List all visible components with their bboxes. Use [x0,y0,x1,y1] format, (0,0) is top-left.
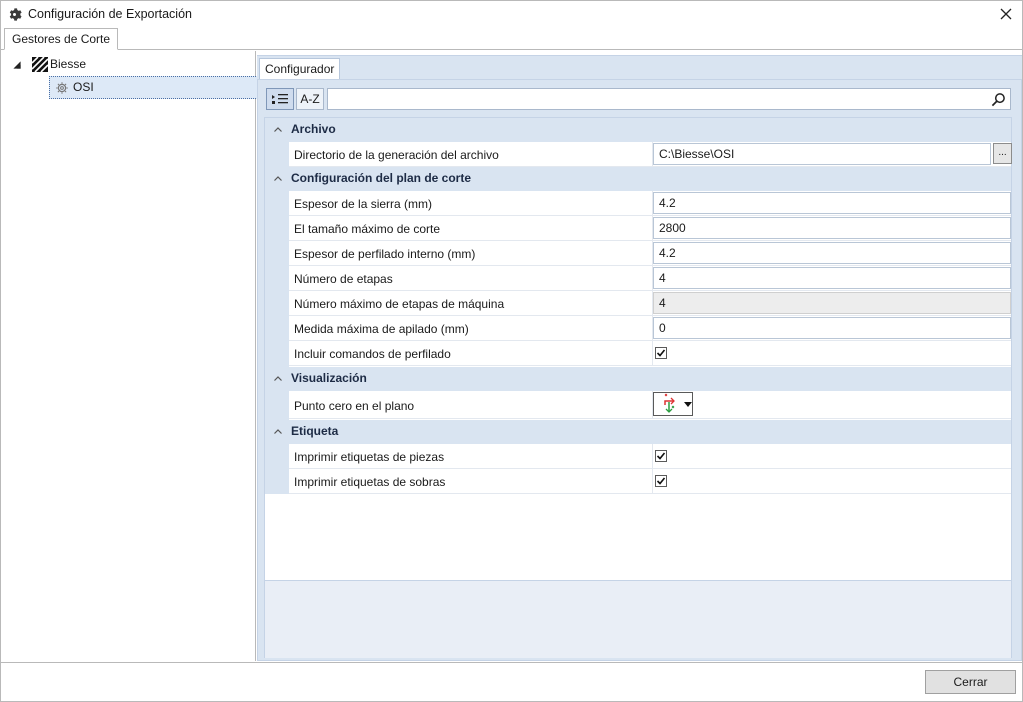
zero-point-icon [664,393,675,413]
window-title: Configuración de Exportación [28,7,192,21]
property-row-punto-cero: Punto cero en el plano [289,391,1011,419]
max-stacking-field[interactable]: 0 [653,317,1011,339]
property-search-input[interactable] [327,88,1011,110]
category-archivo[interactable]: Archivo [265,118,1011,142]
search-icon[interactable] [991,92,1006,107]
property-value [652,444,1011,468]
print-part-labels-checkbox[interactable] [655,450,667,462]
property-row-etapas-maquina: Número máximo de etapas de máquina 4 [289,291,1011,316]
property-name: Número máximo de etapas de máquina [294,297,505,311]
tree-label-osi: OSI [73,80,94,94]
dialog-footer: Cerrar [1,662,1022,701]
property-value: C:\Biesse\OSI ... [652,142,1012,166]
category-visualizacion[interactable]: Visualización [265,367,1011,391]
property-value: 4.2 [652,241,1011,265]
category-label: Visualización [291,371,367,385]
gear-icon [56,82,68,94]
export-config-window: Configuración de Exportación Gestores de… [0,0,1023,702]
tree-node-osi[interactable]: OSI [49,76,258,99]
close-icon [1000,8,1012,20]
categorized-view-button[interactable] [266,88,294,110]
property-value [652,341,1011,365]
property-row-numero-etapas: Número de etapas 4 [289,266,1011,291]
property-list: Archivo Directorio de la generación del … [265,118,1012,580]
saw-thickness-field[interactable]: 4.2 [653,192,1011,214]
property-row-perfilado-interno: Espesor de perfilado interno (mm) 4.2 [289,241,1011,266]
tab-configurador[interactable]: Configurador [259,58,341,81]
property-name: Punto cero en el plano [294,399,415,413]
browse-button[interactable]: ... [993,143,1012,164]
cutting-managers-tree: Biesse OSI [4,51,258,661]
property-name: Imprimir etiquetas de sobras [294,475,446,489]
checkmark-icon [656,349,666,357]
tree-label-biesse: Biesse [50,57,87,71]
inner-tab-strip: Configurador [257,55,1022,81]
outer-tab-strip: Gestores de Corte [1,28,1022,50]
configurator-body: A-Z Archivo Directorio de la generación … [257,79,1022,661]
property-name: Incluir comandos de perfilado [294,347,451,361]
property-value [652,469,1011,493]
category-plan-de-corte[interactable]: Configuración del plan de corte [265,167,1011,191]
close-button[interactable] [992,3,1020,25]
expanded-triangle-icon[interactable] [13,61,21,69]
property-value [652,391,1011,418]
print-offcut-labels-checkbox[interactable] [655,475,667,487]
checkmark-icon [656,477,666,485]
property-row-directorio: Directorio de la generación del archivo … [289,142,1012,167]
categorized-icon [272,94,288,104]
property-description-panel [265,580,1011,658]
close-dialog-button[interactable]: Cerrar [925,670,1016,694]
property-name: Espesor de la sierra (mm) [294,197,433,211]
property-value: 4 [652,291,1011,315]
max-cut-size-field[interactable]: 2800 [653,217,1011,239]
category-label: Etiqueta [291,424,339,438]
tree-node-biesse[interactable]: Biesse [4,54,256,74]
property-value: 4 [652,266,1011,290]
property-value: 2800 [652,216,1011,240]
property-grid: Archivo Directorio de la generación del … [264,117,1012,658]
property-grid-toolbar: A-Z [264,86,1012,112]
property-row-comandos-perfilado: Incluir comandos de perfilado [289,341,1011,366]
property-name: Imprimir etiquetas de piezas [294,450,445,464]
property-row-etiquetas-piezas: Imprimir etiquetas de piezas [289,444,1011,469]
category-etiqueta[interactable]: Etiqueta [265,420,1011,444]
configurator-area: Configurador A-Z Archivo Directorio de l… [257,51,1022,661]
tab-gestores-de-corte[interactable]: Gestores de Corte [4,28,119,50]
title-bar: Configuración de Exportación [1,1,1022,28]
category-label: Archivo [291,122,336,136]
property-row-espesor-sierra: Espesor de la sierra (mm) 4.2 [289,191,1011,216]
chevron-up-icon[interactable] [273,174,283,184]
category-label: Configuración del plan de corte [291,171,472,185]
property-name: Número de etapas [294,272,393,286]
chevron-down-icon [684,402,692,407]
alphabetical-view-button[interactable]: A-Z [296,88,324,110]
zero-point-dropdown[interactable] [653,392,693,416]
include-profiling-checkbox[interactable] [655,347,667,359]
property-name: El tamaño máximo de corte [294,222,441,236]
checkmark-icon [656,452,666,460]
property-name: Directorio de la generación del archivo [294,148,499,162]
stages-field[interactable]: 4 [653,267,1011,289]
directory-path-field[interactable]: C:\Biesse\OSI [653,143,991,165]
property-name: Medida máxima de apilado (mm) [294,322,469,336]
property-value: 0 [652,316,1011,340]
gear-icon [9,8,22,21]
property-row-tamano-maximo: El tamaño máximo de corte 2800 [289,216,1011,241]
property-name: Espesor de perfilado interno (mm) [294,247,476,261]
property-row-apilado: Medida máxima de apilado (mm) 0 [289,316,1011,341]
biesse-logo-icon [32,57,48,72]
chevron-up-icon[interactable] [273,125,283,135]
max-machine-stages-field: 4 [653,292,1011,314]
property-value: 4.2 [652,191,1011,215]
chevron-up-icon[interactable] [273,374,283,384]
internal-profiling-field[interactable]: 4.2 [653,242,1011,264]
chevron-up-icon[interactable] [273,427,283,437]
property-row-etiquetas-sobras: Imprimir etiquetas de sobras [289,469,1011,494]
